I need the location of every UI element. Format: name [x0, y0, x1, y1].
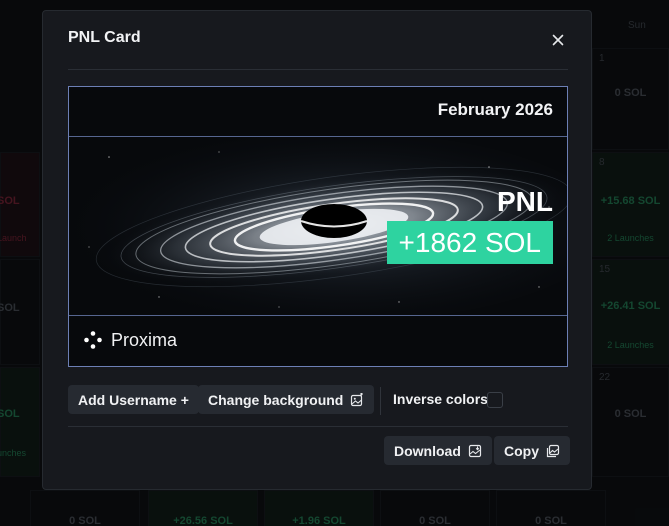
- footer-divider: [68, 426, 568, 427]
- change-background-button[interactable]: Change background: [198, 385, 375, 414]
- header-divider: [68, 69, 568, 70]
- add-username-label: Add Username +: [78, 391, 189, 408]
- proxima-logo-icon: [84, 331, 102, 349]
- add-username-button[interactable]: Add Username +: [68, 385, 199, 414]
- download-button[interactable]: Download: [384, 436, 492, 465]
- brand-name: Proxima: [111, 329, 178, 350]
- pnl-value-badge: +1862 SOL: [386, 221, 553, 264]
- card-date: February 2026: [437, 100, 553, 119]
- card-bottom-rule: [69, 315, 567, 316]
- card-brand: Proxima: [83, 327, 177, 353]
- inverse-colors-label: Inverse colors: [393, 391, 488, 407]
- change-background-label: Change background: [208, 391, 344, 408]
- image-copy-icon: [546, 444, 560, 457]
- actions-divider: [380, 387, 381, 415]
- close-icon: [552, 34, 564, 46]
- modal-title: PNL Card: [68, 29, 141, 46]
- image-download-icon: [468, 444, 481, 457]
- image-edit-icon: [351, 392, 364, 406]
- copy-button[interactable]: Copy: [494, 436, 570, 465]
- pnl-card-preview: February 2026 PNL +1862 SOL Proxima: [68, 86, 568, 367]
- pnl-label: PNL: [497, 186, 553, 217]
- pnl-card-modal: PNL Card February 2026 PNL +1862 SOL Pro…: [42, 10, 592, 490]
- download-label: Download: [394, 442, 461, 459]
- close-button[interactable]: [549, 31, 567, 49]
- inverse-colors-checkbox[interactable]: [487, 392, 503, 408]
- copy-label: Copy: [504, 442, 539, 459]
